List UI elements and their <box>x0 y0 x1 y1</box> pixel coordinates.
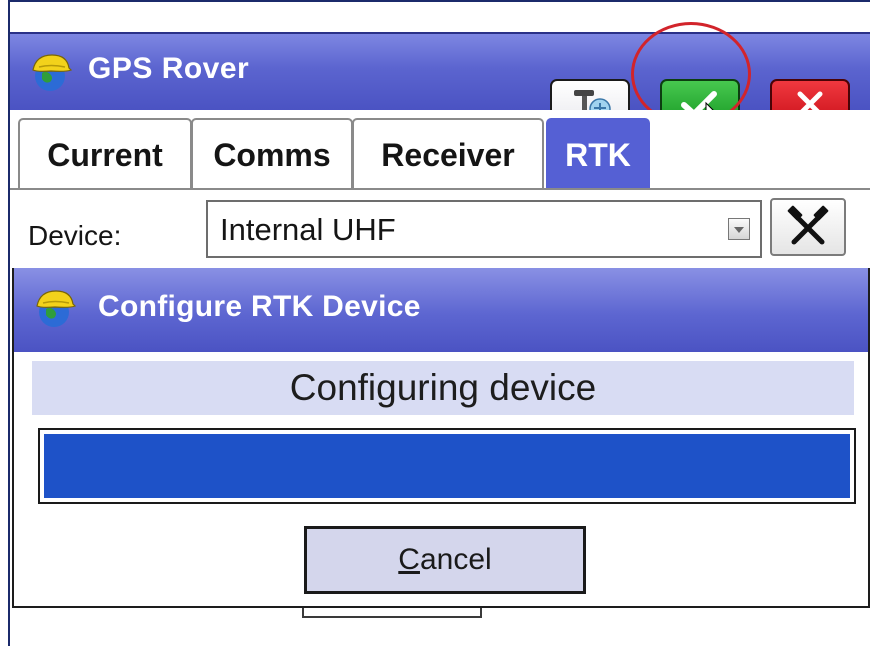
status-text: Configuring device <box>32 361 854 415</box>
dialog-title-bar: Configure RTK Device <box>14 268 868 352</box>
hard-hat-globe-icon <box>32 54 72 91</box>
device-label: Device: <box>28 220 122 251</box>
tab-divider <box>10 188 870 190</box>
window-title: GPS Rover <box>88 52 250 85</box>
tab-receiver[interactable]: Receiver <box>352 118 544 190</box>
tab-rtk[interactable]: RTK <box>546 118 650 190</box>
device-select[interactable]: Internal UHF <box>206 200 762 258</box>
device-settings-button[interactable] <box>770 198 846 256</box>
device-select-value: Internal UHF <box>220 212 396 247</box>
progress-bar <box>38 428 856 504</box>
tab-comms[interactable]: Comms <box>191 118 353 190</box>
tab-bar: Current Comms Receiver RTK <box>10 110 870 190</box>
underlying-button-edge <box>302 608 482 618</box>
hard-hat-globe-icon <box>36 290 76 327</box>
tab-current[interactable]: Current <box>18 118 192 190</box>
configure-rtk-dialog: Configure RTK Device Configuring device … <box>12 268 870 608</box>
cancel-mnemonic: C <box>398 543 420 576</box>
chevron-down-icon[interactable] <box>728 218 750 240</box>
dialog-title: Configure RTK Device <box>98 290 421 323</box>
cancel-label-rest: ancel <box>419 543 492 576</box>
progress-fill <box>44 434 850 498</box>
cancel-button[interactable]: Cancel <box>304 526 586 594</box>
window-frame-top <box>8 0 870 2</box>
hammer-icon <box>787 205 829 245</box>
